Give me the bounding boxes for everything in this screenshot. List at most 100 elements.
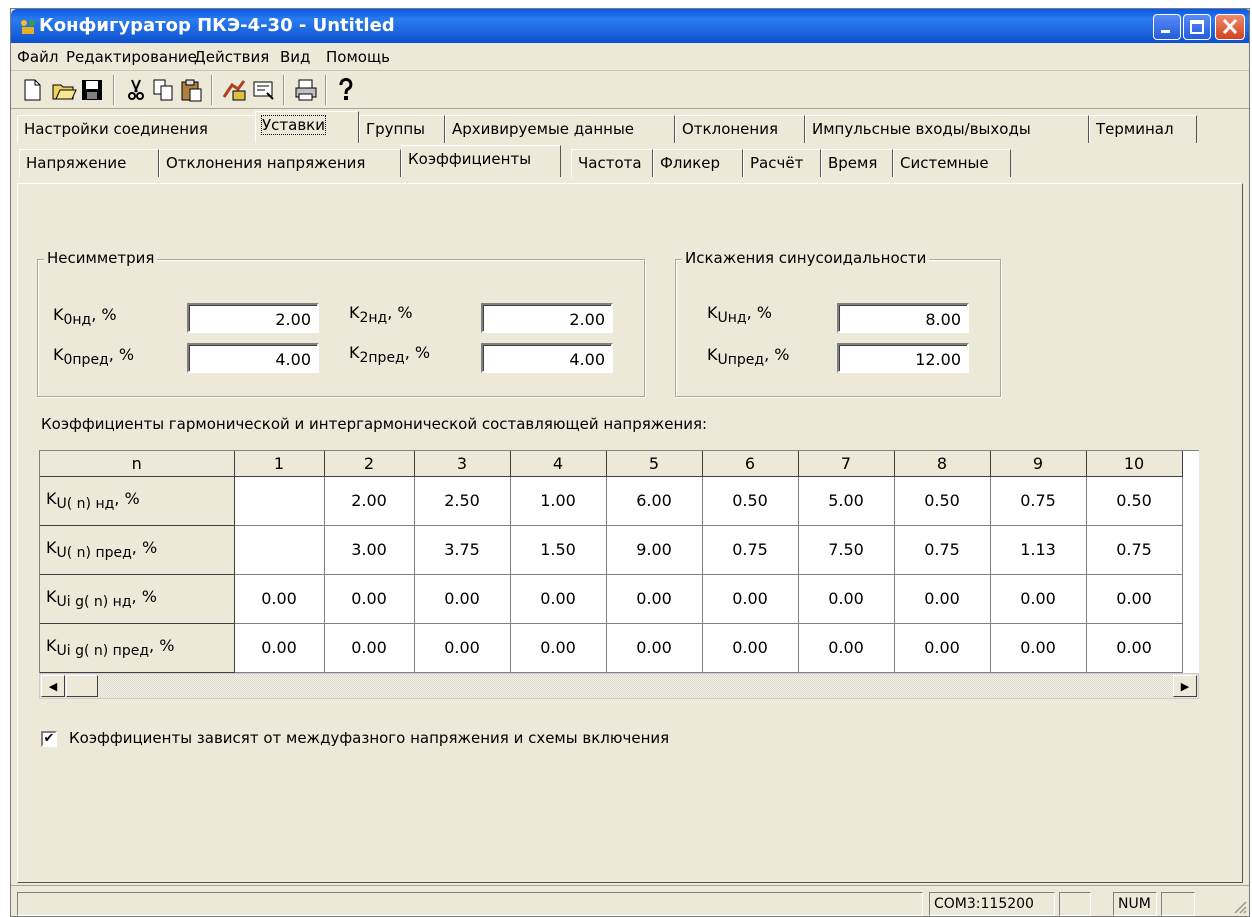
tab-connection-settings[interactable]: Настройки соединения xyxy=(17,115,265,143)
tab-terminal[interactable]: Терминал xyxy=(1089,115,1197,143)
grid-cell[interactable]: 0.00 xyxy=(606,574,703,624)
tab-settings[interactable]: Уставки xyxy=(255,111,359,143)
grid-cell[interactable]: 0.50 xyxy=(702,476,799,526)
grid-cell[interactable]: 9.00 xyxy=(606,525,703,575)
grid-cell[interactable]: 3.75 xyxy=(414,525,511,575)
paste-icon[interactable] xyxy=(179,77,205,103)
new-file-icon[interactable] xyxy=(19,77,45,103)
grid-cell[interactable]: 0.00 xyxy=(798,623,895,673)
tab-label: Расчёт xyxy=(750,154,804,172)
grid-cell[interactable]: 0.00 xyxy=(324,574,415,624)
grid-cell[interactable]: 0.50 xyxy=(894,476,991,526)
connect-icon[interactable] xyxy=(221,77,247,103)
grid-cell[interactable]: 0.00 xyxy=(510,574,607,624)
read-device-icon[interactable] xyxy=(251,77,277,103)
scroll-left-button[interactable]: ◀ xyxy=(41,675,65,697)
kupred-field[interactable]: 12.00 xyxy=(837,343,969,373)
scroll-right-button[interactable]: ▶ xyxy=(1173,675,1197,697)
column-header: 6 xyxy=(702,451,799,477)
grid-cell[interactable]: 0.00 xyxy=(1086,623,1183,673)
k0nd-label: K0нд, % xyxy=(53,305,117,328)
title-bar[interactable]: Конфигуратор ПКЭ-4-30 - Untitled xyxy=(11,9,1249,43)
resize-grip-icon[interactable] xyxy=(1231,898,1247,914)
k2pred-label: K2пред, % xyxy=(349,343,431,366)
subtab-calculation[interactable]: Расчёт xyxy=(743,149,821,177)
subtab-flicker[interactable]: Фликер xyxy=(653,149,743,177)
grid-cell[interactable]: 0.00 xyxy=(894,623,991,673)
horizontal-scrollbar[interactable]: ◀ ▶ xyxy=(39,673,1199,699)
maximize-button[interactable] xyxy=(1183,14,1211,40)
menu-file[interactable]: Файл xyxy=(17,48,58,66)
interphase-checkbox-label[interactable]: Коэффициенты зависят от междуфазного нап… xyxy=(69,729,669,747)
grid-cell[interactable]: 1.50 xyxy=(510,525,607,575)
grid-cell[interactable]: 0.00 xyxy=(798,574,895,624)
subtab-system[interactable]: Системные xyxy=(893,149,1011,177)
grid-cell[interactable]: 0.00 xyxy=(1086,574,1183,624)
harmonics-grid[interactable]: n 1 2 3 4 5 6 7 8 9 10 KU( n) нд, % 2.00 2.50 1.00 6.0… xyxy=(39,450,1199,673)
help-icon[interactable] xyxy=(333,77,359,103)
grid-cell[interactable]: 0.00 xyxy=(234,623,325,673)
tab-label: Уставки xyxy=(261,115,326,135)
print-icon[interactable] xyxy=(293,77,319,103)
grid-cell[interactable]: 3.00 xyxy=(324,525,415,575)
status-num: NUM xyxy=(1113,892,1157,916)
grid-cell[interactable]: 0.00 xyxy=(990,574,1087,624)
subtab-frequency[interactable]: Частота xyxy=(571,149,653,177)
row-header: KUi g( n) пред, % xyxy=(40,623,235,673)
menu-view[interactable]: Вид xyxy=(280,48,310,66)
grid-cell[interactable]: 0.75 xyxy=(1086,525,1183,575)
grid-cell[interactable]: 2.00 xyxy=(324,476,415,526)
grid-cell[interactable]: 0.00 xyxy=(606,623,703,673)
grid-cell[interactable]: 0.00 xyxy=(414,574,511,624)
tab-deviations[interactable]: Отклонения xyxy=(675,115,805,143)
menu-edit[interactable]: Редактирование xyxy=(66,48,197,66)
grid-cell[interactable]: 1.13 xyxy=(990,525,1087,575)
grid-cell[interactable]: 0.50 xyxy=(1086,476,1183,526)
grid-cell[interactable]: 0.00 xyxy=(234,574,325,624)
k0nd-field[interactable]: 2.00 xyxy=(187,303,319,333)
grid-cell[interactable]: 2.50 xyxy=(414,476,511,526)
grid-cell[interactable]: 0.00 xyxy=(702,574,799,624)
k2pred-field[interactable]: 4.00 xyxy=(481,343,613,373)
cut-icon[interactable] xyxy=(123,77,149,103)
grid-cell[interactable]: 0.00 xyxy=(702,623,799,673)
grid-cell[interactable]: 5.00 xyxy=(798,476,895,526)
asymmetry-caption: Несимметрия xyxy=(44,249,158,267)
kund-field[interactable]: 8.00 xyxy=(837,303,969,333)
grid-caption: Коэффициенты гармонической и интергармон… xyxy=(41,415,708,433)
menu-actions[interactable]: Действия xyxy=(194,48,269,66)
grid-cell[interactable]: 0.00 xyxy=(324,623,415,673)
grid-cell[interactable] xyxy=(234,525,325,575)
tab-archived-data[interactable]: Архивируемые данные xyxy=(445,115,675,143)
grid-cell[interactable]: 0.75 xyxy=(894,525,991,575)
grid-cell[interactable]: 1.00 xyxy=(510,476,607,526)
subtab-voltage[interactable]: Напряжение xyxy=(19,149,159,177)
k2nd-field[interactable]: 2.00 xyxy=(481,303,613,333)
interphase-checkbox[interactable]: ✔ xyxy=(41,731,57,747)
tab-groups[interactable]: Группы xyxy=(359,115,445,143)
k0pred-field[interactable]: 4.00 xyxy=(187,343,319,373)
grid-cell[interactable] xyxy=(234,476,325,526)
grid-cell[interactable]: 0.00 xyxy=(414,623,511,673)
app-window: Конфигуратор ПКЭ-4-30 - Untitled Файл Ре… xyxy=(10,8,1250,917)
minimize-button[interactable] xyxy=(1153,14,1181,40)
grid-cell[interactable]: 0.00 xyxy=(990,623,1087,673)
subtab-time[interactable]: Время xyxy=(821,149,893,177)
column-header: 4 xyxy=(510,451,607,477)
close-button[interactable] xyxy=(1215,14,1245,40)
grid-cell[interactable]: 7.50 xyxy=(798,525,895,575)
grid-cell[interactable]: 0.75 xyxy=(990,476,1087,526)
open-folder-icon[interactable] xyxy=(51,77,77,103)
subtab-voltage-deviations[interactable]: Отклонения напряжения xyxy=(159,149,401,177)
grid-cell[interactable]: 0.00 xyxy=(510,623,607,673)
grid-cell[interactable]: 0.00 xyxy=(894,574,991,624)
subtab-coefficients[interactable]: Коэффициенты xyxy=(401,145,561,177)
copy-icon[interactable] xyxy=(151,77,177,103)
tab-pulse-io[interactable]: Импульсные входы/выходы xyxy=(805,115,1089,143)
grid-cell[interactable]: 0.75 xyxy=(702,525,799,575)
grid-cell[interactable]: 6.00 xyxy=(606,476,703,526)
save-icon[interactable] xyxy=(79,77,105,103)
menu-help[interactable]: Помощь xyxy=(326,48,390,66)
tab-label: Терминал xyxy=(1096,120,1174,138)
scroll-thumb[interactable] xyxy=(66,675,98,697)
